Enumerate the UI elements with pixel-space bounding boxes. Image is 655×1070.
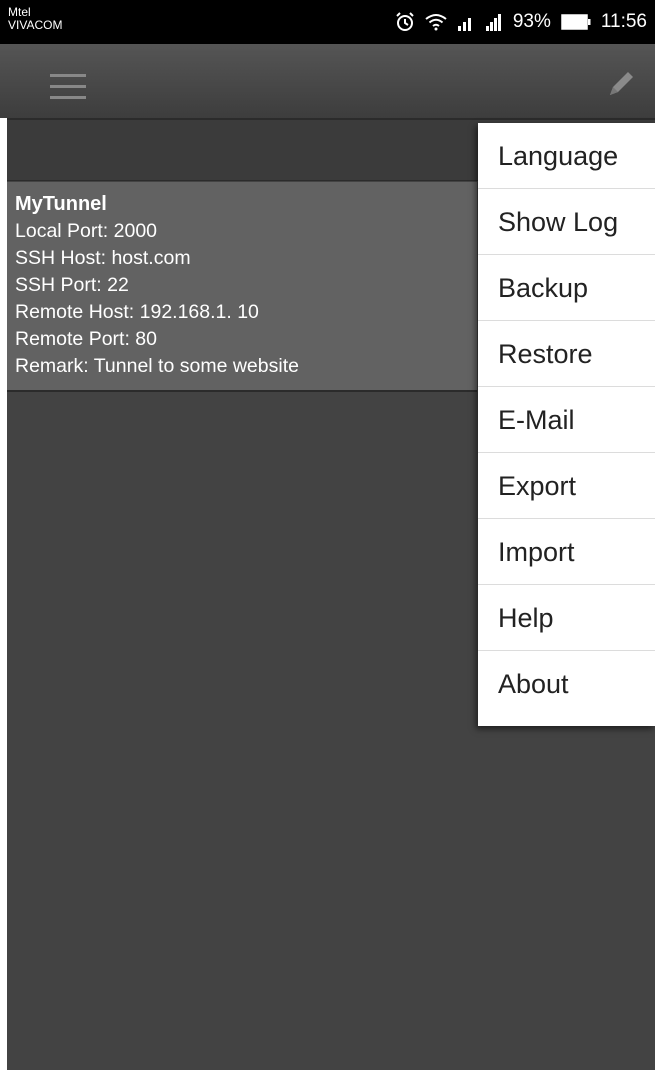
tunnel-name: MyTunnel (15, 193, 107, 215)
tunnel-ssh-host: SSH Host: host.com (15, 247, 191, 269)
battery-percent: 93% (512, 11, 551, 32)
menu-item-about[interactable]: About (478, 651, 655, 717)
clock-time: 11:56 (600, 11, 647, 32)
battery-icon (561, 14, 591, 30)
tunnel-remote-port: Remote Port: 80 (15, 328, 157, 350)
menu-item-email[interactable]: E-Mail (478, 387, 655, 453)
status-bar: Mtel VIVACOM 93% 11:56 (0, 0, 655, 44)
alarm-icon (396, 12, 414, 31)
pencil-edit-icon[interactable] (605, 68, 637, 100)
menu-item-help[interactable]: Help (478, 585, 655, 651)
tunnel-remark: Remark: Tunnel to some website (15, 355, 299, 377)
app-bar (0, 44, 655, 120)
signal-icon (457, 18, 471, 31)
carrier-info: Mtel VIVACOM (8, 6, 62, 32)
menu-item-backup[interactable]: Backup (478, 255, 655, 321)
menu-item-restore[interactable]: Restore (478, 321, 655, 387)
hamburger-menu-icon[interactable] (50, 74, 86, 100)
wifi-icon (425, 14, 447, 31)
menu-item-show-log[interactable]: Show Log (478, 189, 655, 255)
signal-icon-secondary (485, 14, 501, 31)
tunnel-ssh-port: SSH Port: 22 (15, 274, 129, 296)
menu-item-export[interactable]: Export (478, 453, 655, 519)
carrier-name-secondary: VIVACOM (8, 18, 63, 32)
menu-item-import[interactable]: Import (478, 519, 655, 585)
left-border (0, 118, 7, 1070)
overflow-menu: Language Show Log Backup Restore E-Mail … (478, 123, 655, 726)
menu-item-language[interactable]: Language (478, 123, 655, 189)
tunnel-list-item[interactable]: MyTunnel Local Port: 2000 SSH Host: host… (7, 182, 477, 392)
status-indicators: 93% 11:56 (395, 11, 647, 33)
tunnel-remote-host: Remote Host: 192.168.1. 10 (15, 301, 259, 323)
tunnel-local-port: Local Port: 2000 (15, 220, 158, 242)
